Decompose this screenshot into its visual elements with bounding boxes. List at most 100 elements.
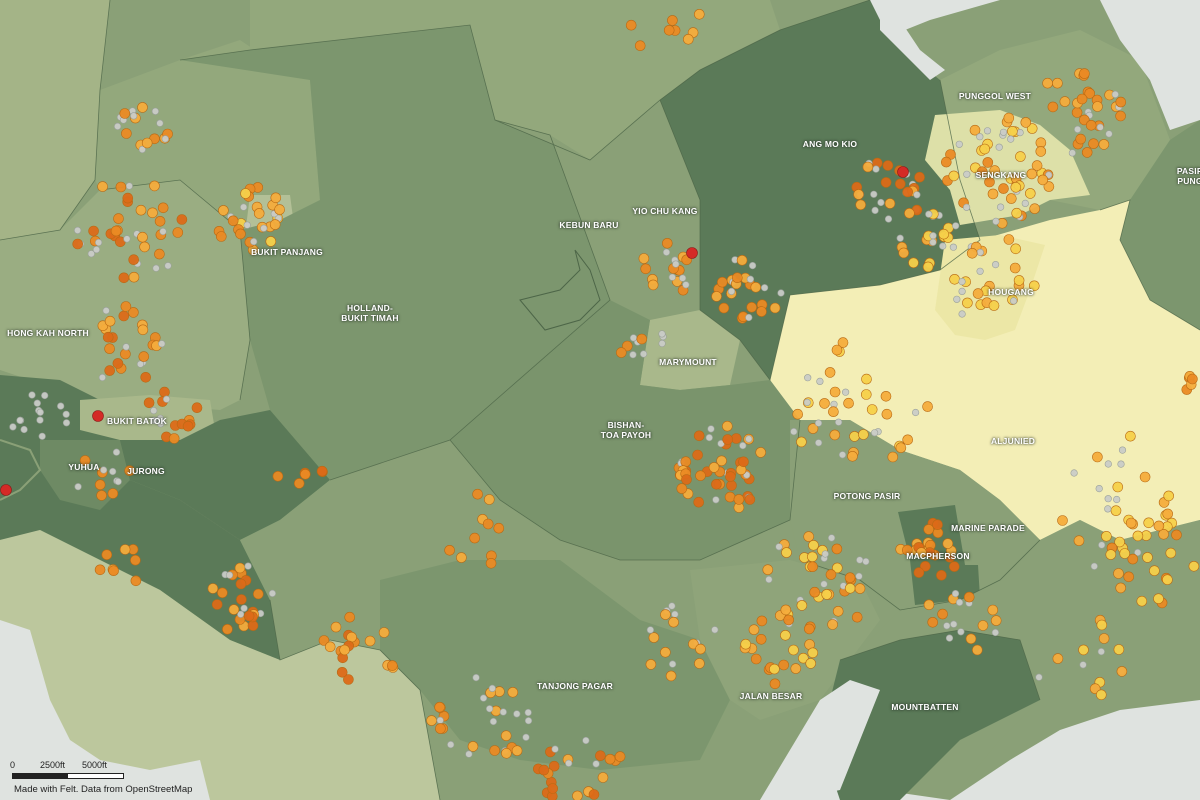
map-point[interactable] <box>908 257 919 269</box>
map-point[interactable] <box>73 226 82 234</box>
map-point[interactable] <box>143 397 155 409</box>
map-point[interactable] <box>507 686 519 698</box>
map-point[interactable] <box>887 451 899 463</box>
map-point[interactable] <box>982 157 994 168</box>
map-point[interactable] <box>336 666 348 678</box>
map-point[interactable] <box>122 343 130 351</box>
map-point[interactable] <box>1101 530 1112 542</box>
map-point[interactable] <box>364 635 376 647</box>
map-point[interactable] <box>1116 666 1128 677</box>
map-point[interactable] <box>227 215 239 227</box>
map-point[interactable] <box>648 632 660 643</box>
map-point[interactable] <box>668 602 676 610</box>
map-point[interactable] <box>780 604 792 616</box>
map-point[interactable] <box>716 276 728 288</box>
map-point[interactable] <box>33 399 41 407</box>
map-point[interactable] <box>922 401 933 412</box>
map-point[interactable] <box>98 373 106 382</box>
map-point[interactable] <box>1007 135 1015 143</box>
map-point[interactable] <box>225 571 234 579</box>
map-point[interactable] <box>118 272 130 284</box>
map-point[interactable] <box>922 261 934 273</box>
map-point[interactable] <box>36 408 44 416</box>
map-point[interactable] <box>1132 530 1144 542</box>
map-point[interactable] <box>832 605 844 617</box>
map-point[interactable] <box>236 594 247 605</box>
map-point[interactable] <box>595 750 606 762</box>
map-point[interactable] <box>636 333 648 345</box>
map-point[interactable] <box>881 408 893 420</box>
map-point[interactable] <box>1035 146 1047 157</box>
map-point[interactable] <box>629 351 637 359</box>
map-point[interactable] <box>472 488 483 500</box>
map-point[interactable] <box>168 433 180 444</box>
map-point-red[interactable] <box>0 484 12 496</box>
map-point[interactable] <box>274 204 285 215</box>
map-point[interactable] <box>1187 373 1198 385</box>
map-point[interactable] <box>902 186 914 198</box>
map-point[interactable] <box>977 620 989 631</box>
map-point[interactable] <box>207 583 219 594</box>
map-point[interactable] <box>218 205 229 216</box>
map-point[interactable] <box>949 243 958 251</box>
map-point[interactable] <box>914 171 925 183</box>
map-point[interactable] <box>538 764 550 776</box>
map-point[interactable] <box>102 331 114 343</box>
map-point[interactable] <box>925 210 933 218</box>
map-point[interactable] <box>1163 490 1174 502</box>
map-point[interactable] <box>745 435 753 443</box>
map-point[interactable] <box>953 295 961 303</box>
map-point[interactable] <box>645 659 657 670</box>
map-point[interactable] <box>62 419 71 427</box>
map-point[interactable] <box>222 623 233 635</box>
map-point[interactable] <box>803 623 815 635</box>
map-point[interactable] <box>20 425 28 434</box>
map-point[interactable] <box>708 462 720 473</box>
map-point[interactable] <box>41 391 49 400</box>
map-point[interactable] <box>147 207 158 219</box>
map-point[interactable] <box>726 480 737 491</box>
map-point[interactable] <box>999 128 1008 136</box>
map-point[interactable] <box>500 730 512 742</box>
map-point[interactable] <box>976 248 984 256</box>
map-point[interactable] <box>841 388 850 396</box>
map-point[interactable] <box>1003 112 1015 124</box>
map-point[interactable] <box>260 224 268 232</box>
map-point[interactable] <box>748 262 757 270</box>
map-point[interactable] <box>937 608 948 620</box>
map-point[interactable] <box>316 465 328 477</box>
map-point[interactable] <box>748 624 760 636</box>
map-point[interactable] <box>324 641 336 653</box>
map-point[interactable] <box>597 772 609 783</box>
map-point[interactable] <box>834 418 843 426</box>
map-point[interactable] <box>693 430 705 442</box>
map-point[interactable] <box>750 281 762 293</box>
map-point[interactable] <box>707 425 715 433</box>
map-point[interactable] <box>809 586 821 598</box>
map-point[interactable] <box>1162 574 1173 586</box>
map-point[interactable] <box>803 531 815 542</box>
map-point[interactable] <box>870 190 878 198</box>
map-point[interactable] <box>682 33 694 45</box>
map-point[interactable] <box>1115 110 1126 122</box>
map-point[interactable] <box>104 315 116 327</box>
map-point[interactable] <box>118 310 130 322</box>
map-point[interactable] <box>847 450 858 462</box>
map-point[interactable] <box>775 543 783 551</box>
map-point[interactable] <box>827 619 838 630</box>
map-point[interactable] <box>1026 168 1038 180</box>
map-point[interactable] <box>1090 562 1098 570</box>
map-point[interactable] <box>808 539 819 551</box>
map-point[interactable] <box>695 643 706 655</box>
map-point[interactable] <box>783 614 795 626</box>
map-point[interactable] <box>99 466 108 474</box>
map-point[interactable] <box>524 708 532 717</box>
map-point[interactable] <box>1035 673 1043 681</box>
map-point[interactable] <box>499 708 507 716</box>
map-point[interactable] <box>1113 644 1125 655</box>
map-point[interactable] <box>38 432 46 440</box>
map-point[interactable] <box>929 238 937 246</box>
map-point[interactable] <box>1085 120 1097 131</box>
map-point[interactable] <box>665 670 677 682</box>
map-point[interactable] <box>104 343 115 355</box>
